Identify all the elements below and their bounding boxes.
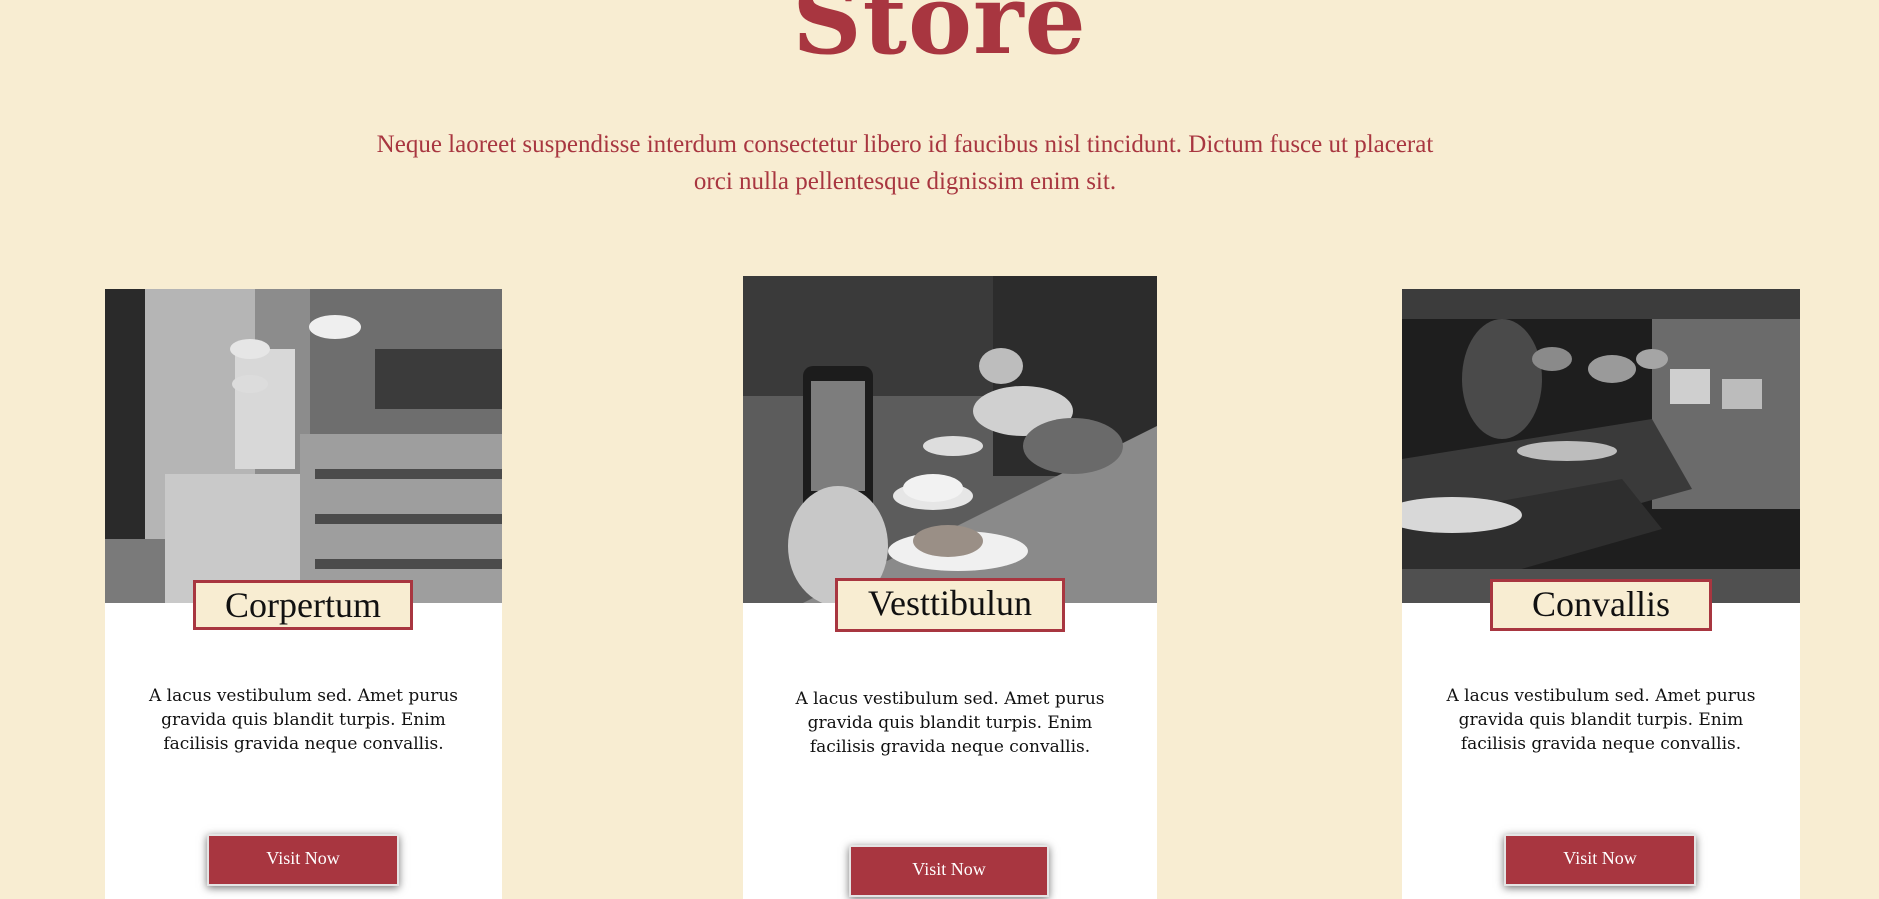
card-description: A lacus vestibulum sed. Amet purus gravi… [148, 686, 459, 754]
store-card-3: Convallis A lacus vestibulum sed. Amet p… [1402, 289, 1800, 899]
card-description: A lacus vestibulum sed. Amet purus gravi… [795, 689, 1105, 757]
bakery-interior-photo [105, 289, 502, 603]
card-label: Convallis [1490, 579, 1712, 631]
store-card-1: Corpertum A lacus vestibulum sed. Amet p… [105, 289, 502, 899]
page-title: Store [792, 0, 1087, 76]
store-card-2: Vesttibulun A lacus vestibulum sed. Amet… [743, 276, 1157, 899]
visit-now-button[interactable]: Visit Now [849, 845, 1049, 897]
visit-now-button[interactable]: Visit Now [207, 834, 399, 886]
card-label: Corpertum [193, 580, 413, 630]
card-label: Vesttibulun [835, 578, 1065, 632]
lounge-interior-photo [1402, 289, 1800, 603]
page-subtitle: Neque laoreet suspendisse interdum conse… [376, 131, 1434, 195]
card-description: A lacus vestibulum sed. Amet purus gravi… [1446, 686, 1756, 754]
coffee-and-cake-photo [743, 276, 1157, 603]
visit-now-button[interactable]: Visit Now [1504, 834, 1696, 886]
